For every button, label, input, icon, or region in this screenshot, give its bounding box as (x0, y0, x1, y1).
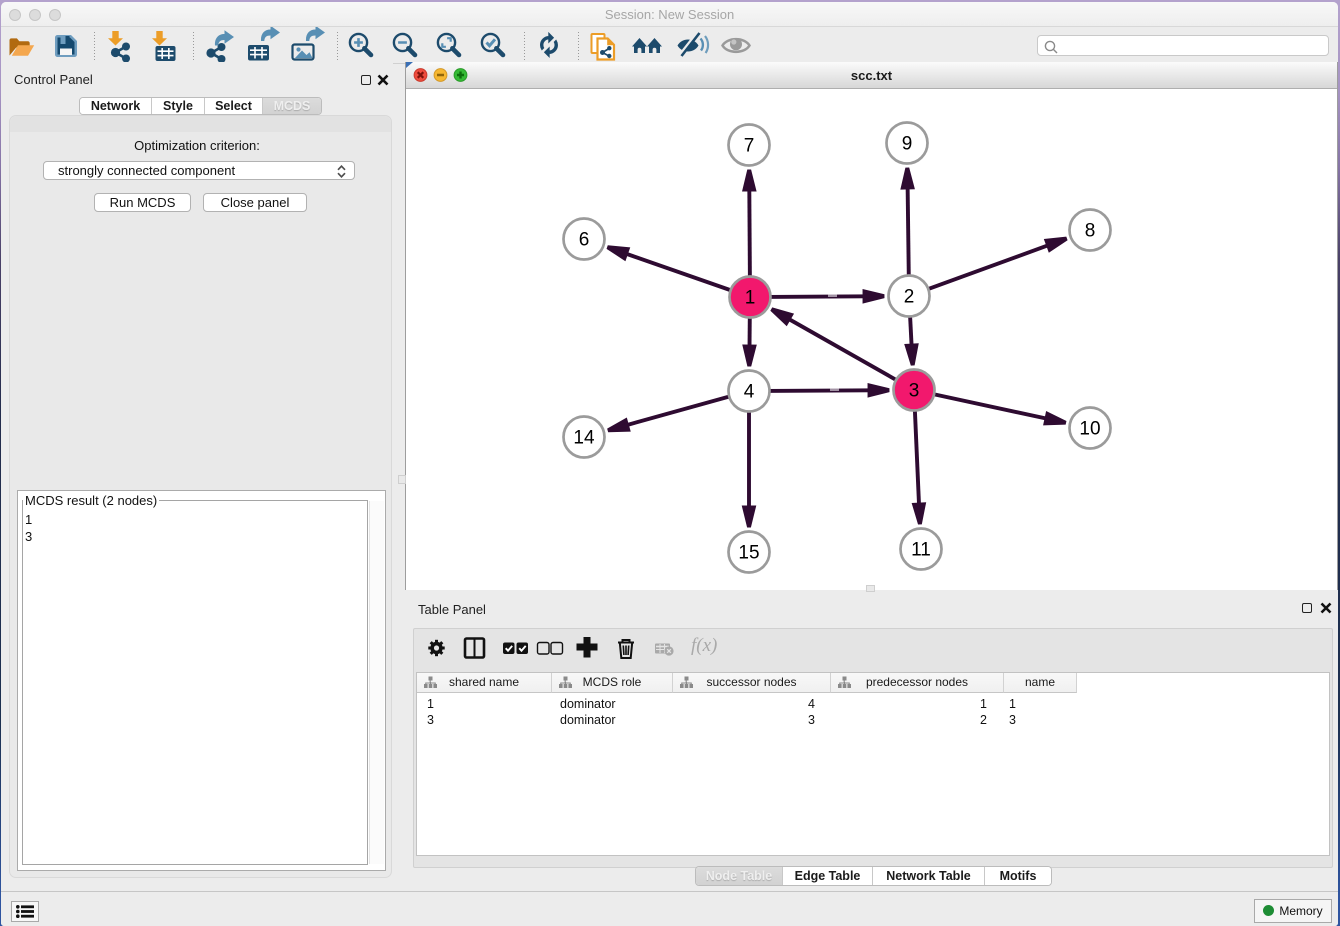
svg-text:9: 9 (902, 134, 913, 155)
svg-text:4: 4 (744, 382, 755, 403)
svg-text:8: 8 (1085, 221, 1096, 242)
svg-text:10: 10 (1079, 419, 1100, 440)
svg-text:6: 6 (579, 230, 590, 251)
svg-text:1: 1 (745, 288, 756, 309)
svg-text:2: 2 (904, 287, 915, 308)
svg-text:3: 3 (909, 381, 920, 402)
svg-text:15: 15 (738, 543, 759, 564)
svg-text:11: 11 (911, 540, 931, 561)
svg-text:14: 14 (573, 428, 595, 449)
svg-text:7: 7 (744, 136, 755, 157)
